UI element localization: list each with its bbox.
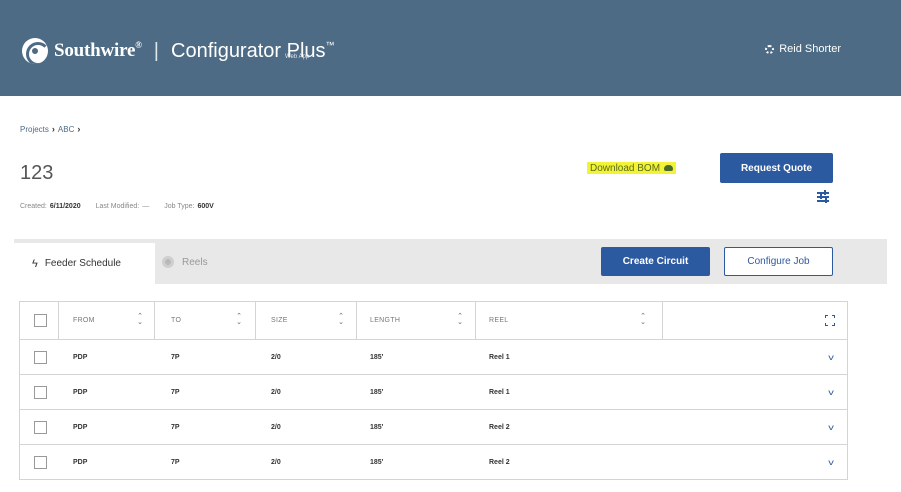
logo[interactable]: Southwire® | Configurator Plus™ [22,38,335,64]
tab-feeder-schedule-label: Feeder Schedule [44,258,121,269]
filter-sliders-icon[interactable] [817,190,829,203]
user-name: Reid Shorter [779,43,841,55]
create-circuit-button[interactable]: Create Circuit [601,247,710,276]
request-quote-button[interactable]: Request Quote [720,153,833,183]
column-header-from[interactable]: FROM [73,302,95,339]
page-title: 123 [20,162,54,184]
cell-to: 7P [171,354,180,361]
cell-from: PDP [73,424,88,431]
cell-size: 2/0 [271,389,281,396]
cell-to: 7P [171,424,180,431]
table-row[interactable]: PDP 7P 2/0 185' Reel 2 v [19,410,848,445]
row-checkbox[interactable] [34,421,47,434]
column-header-size[interactable]: SIZE [271,302,288,339]
row-checkbox[interactable] [34,351,47,364]
expand-icon[interactable] [825,315,835,326]
cloud-download-icon [664,165,674,171]
cell-size: 2/0 [271,354,281,361]
chevron-right-icon: › [51,124,55,134]
brand-separator: | [153,39,159,62]
cell-length: 185' [370,354,384,361]
sort-icon[interactable]: ⌃ ⌄ [236,313,242,326]
modified-value: — [142,203,150,210]
cell-length: 185' [370,424,384,431]
chevron-right-icon: › [77,124,81,134]
sort-icon[interactable]: ⌃ ⌄ [338,313,344,326]
user-menu[interactable]: Reid Shorter [765,43,841,55]
cell-size: 2/0 [271,459,281,466]
cell-to: 7P [171,459,180,466]
bolt-icon: ϟ [32,257,38,270]
chevron-down-icon[interactable]: v [828,388,834,397]
breadcrumb: Projects › ABC › [20,124,83,134]
brand-name: Southwire® [54,40,142,61]
chevron-down-icon[interactable]: v [828,353,834,362]
configure-job-button[interactable]: Configure Job [724,247,833,276]
row-checkbox[interactable] [34,386,47,399]
cell-to: 7P [171,389,180,396]
created-value: 6/11/2020 [49,203,81,210]
product-name: Configurator Plus™ [171,39,335,62]
select-all-checkbox[interactable] [34,314,47,327]
tab-reels[interactable]: Reels [162,256,208,268]
jobtype-label: Job Type: [164,203,195,210]
created-label: Created: [20,203,47,210]
jobtype-value: 600V [197,203,214,210]
cell-reel: Reel 1 [489,354,510,361]
modified-label: Last Modified: [95,203,140,210]
cell-from: PDP [73,354,88,361]
chevron-down-icon[interactable]: v [828,423,834,432]
table-row[interactable]: PDP 7P 2/0 185' Reel 1 v [19,375,848,410]
breadcrumb-projects[interactable]: Projects [20,125,49,134]
product-subtitle: Web App [285,54,310,60]
sort-icon[interactable]: ⌃ ⌄ [457,313,463,326]
gear-icon [765,44,775,54]
column-header-to[interactable]: TO [171,302,181,339]
column-header-length[interactable]: LENGTH [370,302,400,339]
row-checkbox[interactable] [34,456,47,469]
download-bom-link[interactable]: Download BOM [587,162,677,174]
cell-reel: Reel 1 [489,389,510,396]
cell-size: 2/0 [271,424,281,431]
sort-icon[interactable]: ⌃ ⌄ [640,313,646,326]
cell-from: PDP [73,459,88,466]
project-meta: Created: 6/11/2020 Last Modified: — Job … [20,203,229,210]
tab-reels-label: Reels [182,256,208,268]
download-bom-label: Download BOM [590,162,661,174]
cell-length: 185' [370,389,384,396]
cell-length: 185' [370,459,384,466]
southwire-logo-icon [22,38,48,64]
chevron-down-icon[interactable]: v [828,458,834,467]
column-header-reel[interactable]: REEL [489,302,509,339]
app-header: Southwire® | Configurator Plus™ Web App … [0,0,901,96]
table-row[interactable]: PDP 7P 2/0 185' Reel 1 v [19,340,848,375]
breadcrumb-abc[interactable]: ABC [58,125,74,134]
tab-feeder-schedule[interactable]: ϟ Feeder Schedule [14,243,155,284]
cell-reel: Reel 2 [489,424,510,431]
cell-from: PDP [73,389,88,396]
table-header: FROM ⌃ ⌄ TO ⌃ ⌄ SIZE ⌃ ⌄ LENGTH ⌃ ⌄ REEL ⌃ ⌄ [19,301,848,340]
reel-icon [162,256,174,268]
feeder-table: FROM ⌃ ⌄ TO ⌃ ⌄ SIZE ⌃ ⌄ LENGTH ⌃ ⌄ REEL ⌃ ⌄ … [19,301,848,480]
cell-reel: Reel 2 [489,459,510,466]
table-row[interactable]: PDP 7P 2/0 185' Reel 2 v [19,445,848,480]
sort-icon[interactable]: ⌃ ⌄ [137,313,143,326]
